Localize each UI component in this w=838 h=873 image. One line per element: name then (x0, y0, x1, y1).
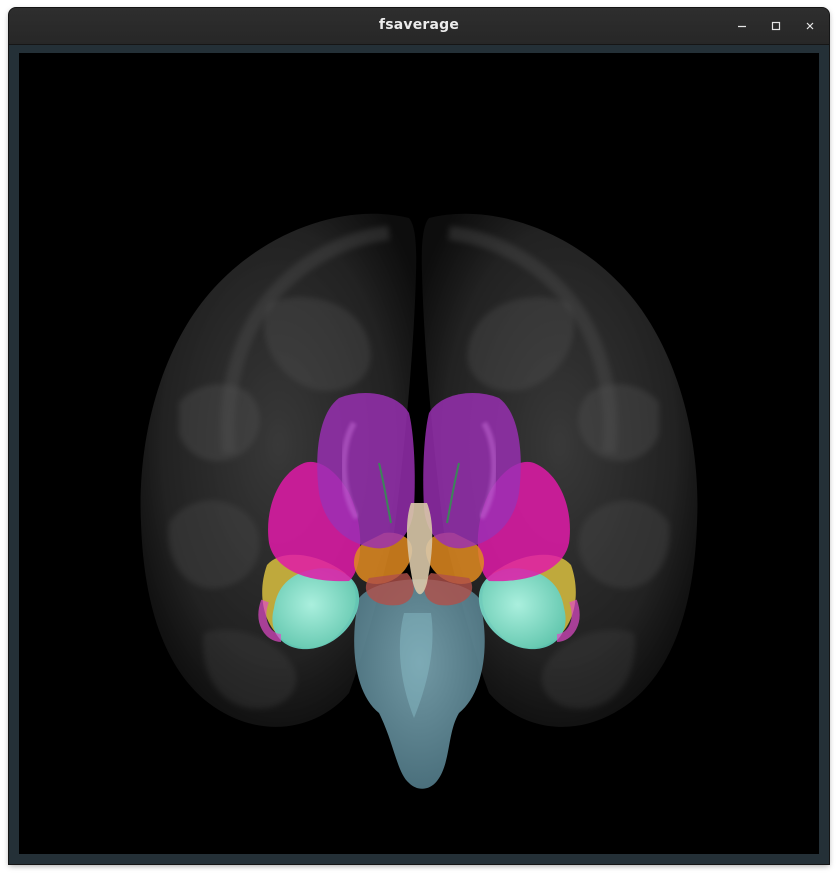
window-frame (9, 45, 829, 864)
close-button[interactable] (799, 16, 821, 36)
title-bar[interactable]: fsaverage (9, 8, 829, 45)
maximize-button[interactable] (765, 16, 787, 36)
brain-render[interactable] (19, 53, 819, 854)
brainstem (354, 579, 485, 789)
minimize-icon (738, 25, 746, 28)
minimize-button[interactable] (731, 16, 753, 36)
maximize-icon (771, 21, 781, 31)
window-title: fsaverage (378, 17, 460, 33)
close-icon (806, 22, 814, 30)
app-window: fsaverage (9, 8, 829, 864)
3d-render-viewport[interactable] (19, 53, 819, 854)
